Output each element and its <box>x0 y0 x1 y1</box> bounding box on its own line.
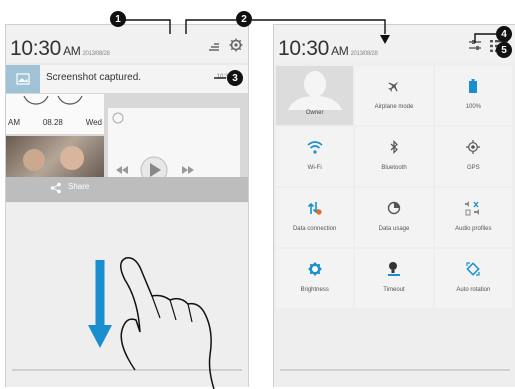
callout-1: 1 <box>110 11 126 27</box>
callout-5: 5 <box>496 42 512 58</box>
callout-3: 3 <box>227 70 243 86</box>
callout-lines <box>124 19 508 79</box>
callout-4: 4 <box>496 26 512 42</box>
callout-2: 2 <box>236 11 252 27</box>
